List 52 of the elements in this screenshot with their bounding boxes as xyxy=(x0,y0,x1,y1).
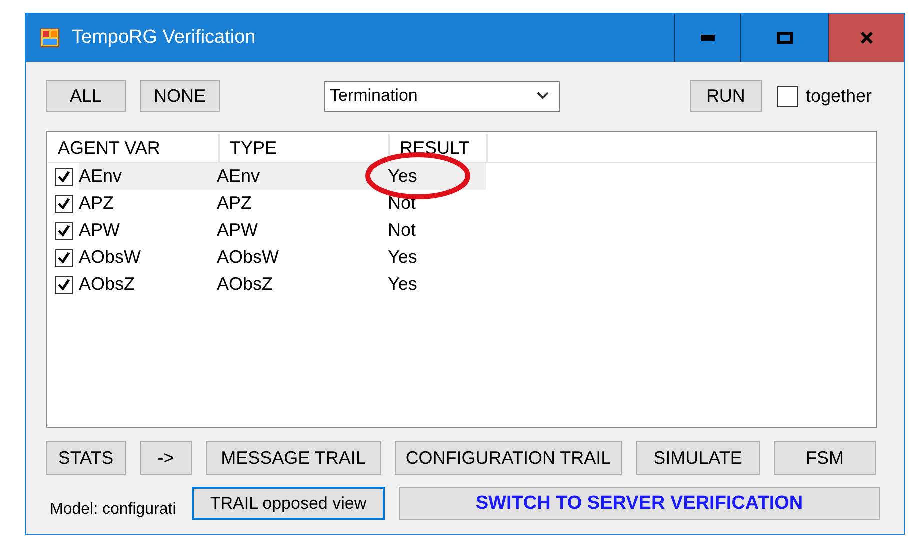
check-icon xyxy=(57,250,71,264)
table-cell-text: APZ xyxy=(217,193,254,214)
table-cell-text: APZ xyxy=(79,193,116,214)
action-button[interactable]: CONFIGURATION TRAIL xyxy=(395,441,622,475)
table-cell-text: AObsW xyxy=(217,247,280,268)
check-icon xyxy=(57,196,71,210)
table-cell-text: Not xyxy=(388,193,418,214)
checkbox[interactable] xyxy=(55,168,73,186)
toolbar-button[interactable]: NONE xyxy=(140,80,220,112)
checkbox[interactable] xyxy=(776,86,798,106)
list-row[interactable]: AEnv AEnv Yes xyxy=(79,163,486,190)
action-button[interactable]: FSM xyxy=(774,441,876,475)
checkbox[interactable] xyxy=(55,276,73,294)
table-cell-text: Not xyxy=(388,220,418,241)
checkbox-label: together xyxy=(806,86,872,106)
list-row[interactable]: AObsZ AObsZ Yes xyxy=(79,271,486,298)
chevron-icon xyxy=(537,92,549,100)
switch-button[interactable]: SWITCH TO SERVER VERIFICATION xyxy=(399,487,880,520)
action-button[interactable]: -> xyxy=(140,441,192,475)
list-row[interactable]: APZ APZ Not xyxy=(79,190,486,217)
check-icon xyxy=(57,170,71,184)
check-icon xyxy=(57,278,71,292)
table-cell-text: AEnv xyxy=(79,166,124,187)
minimize-icon xyxy=(700,35,714,41)
table-cell-text: APW xyxy=(217,220,260,241)
run-button[interactable]: RUN xyxy=(690,80,762,112)
table-cell-text: Yes xyxy=(388,166,418,187)
maximize-icon xyxy=(776,32,792,44)
table-cell-text: Yes xyxy=(388,274,418,295)
table-cell-text: APW xyxy=(79,220,122,241)
toolbar-button[interactable]: ALL xyxy=(46,80,126,112)
dropdown[interactable]: Termination xyxy=(324,80,560,112)
checkbox[interactable] xyxy=(55,222,73,240)
table-cell-text: Yes xyxy=(388,247,418,268)
action-button[interactable]: SIMULATE xyxy=(636,441,760,475)
app-icon xyxy=(40,28,60,48)
close-icon xyxy=(860,31,874,45)
list-row[interactable]: APW APW Not xyxy=(79,217,486,244)
checkbox[interactable] xyxy=(55,248,73,266)
action-button[interactable]: STATS xyxy=(46,441,126,475)
table-cell-text: AEnv xyxy=(217,166,262,187)
checkbox[interactable] xyxy=(55,194,73,212)
list-row[interactable]: AObsW AObsW Yes xyxy=(79,244,486,271)
action-button[interactable]: MESSAGE TRAIL xyxy=(206,441,381,475)
model-label: Model: configurati xyxy=(49,501,178,519)
check-icon xyxy=(57,224,71,238)
close-button[interactable] xyxy=(828,14,904,62)
table-cell-text: AObsW xyxy=(79,247,142,268)
window-title: TempoRG Verification xyxy=(72,27,256,49)
table-cell-text: AObsZ xyxy=(217,274,274,295)
table-cell-text: AObsZ xyxy=(79,274,136,295)
trail-button[interactable]: TRAIL opposed view xyxy=(192,487,385,520)
